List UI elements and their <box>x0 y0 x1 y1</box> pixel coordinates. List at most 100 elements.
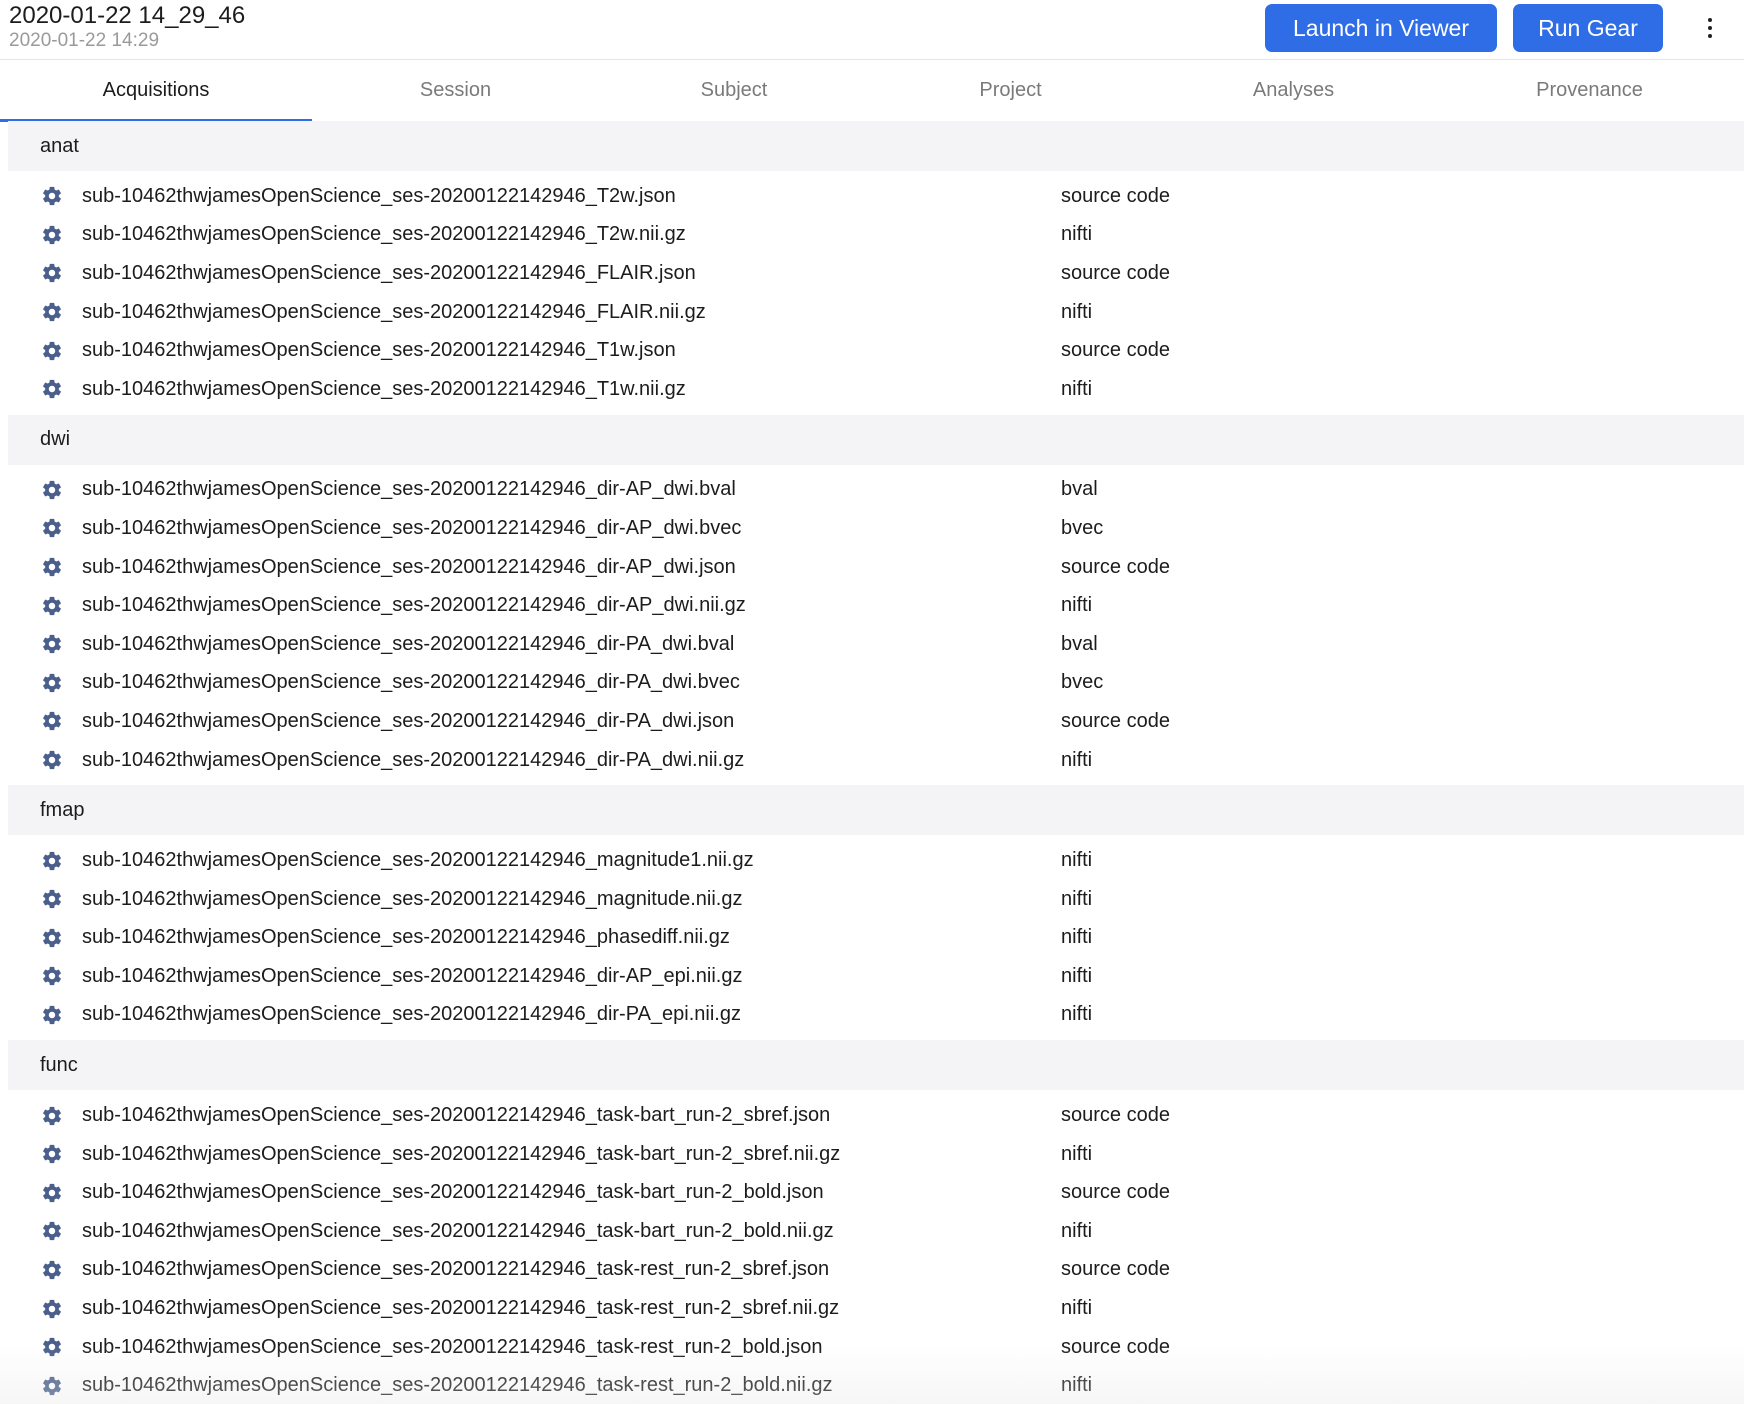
file-name[interactable]: sub-10462thwjamesOpenScience_ses-2020012… <box>82 1181 824 1204</box>
run-gear-button[interactable]: Run Gear <box>1513 4 1663 52</box>
file-name[interactable]: sub-10462thwjamesOpenScience_ses-2020012… <box>82 1104 830 1127</box>
file-row[interactable]: sub-10462thwjamesOpenScience_ses-2020012… <box>8 177 1744 216</box>
file-row[interactable]: sub-10462thwjamesOpenScience_ses-2020012… <box>8 1096 1744 1135</box>
gear-icon[interactable] <box>41 1375 63 1397</box>
file-row[interactable]: sub-10462thwjamesOpenScience_ses-2020012… <box>8 957 1744 996</box>
file-type: source code <box>1061 1258 1170 1281</box>
gear-icon[interactable] <box>41 1220 63 1242</box>
file-name[interactable]: sub-10462thwjamesOpenScience_ses-2020012… <box>82 926 730 949</box>
gear-icon[interactable] <box>41 556 63 578</box>
gear-icon[interactable] <box>41 1004 63 1026</box>
gear-icon[interactable] <box>41 262 63 284</box>
file-name[interactable]: sub-10462thwjamesOpenScience_ses-2020012… <box>82 478 736 501</box>
file-name[interactable]: sub-10462thwjamesOpenScience_ses-2020012… <box>82 339 676 362</box>
gear-icon[interactable] <box>41 927 63 949</box>
file-row[interactable]: sub-10462thwjamesOpenScience_ses-2020012… <box>8 254 1744 293</box>
file-name[interactable]: sub-10462thwjamesOpenScience_ses-2020012… <box>82 223 686 246</box>
file-type: nifti <box>1061 377 1093 400</box>
gear-icon[interactable] <box>41 479 63 501</box>
file-name[interactable]: sub-10462thwjamesOpenScience_ses-2020012… <box>82 1003 741 1026</box>
file-name[interactable]: sub-10462thwjamesOpenScience_ses-2020012… <box>82 262 696 285</box>
tab-project[interactable]: Project <box>869 60 1152 121</box>
file-name[interactable]: sub-10462thwjamesOpenScience_ses-2020012… <box>82 749 744 772</box>
file-row[interactable]: sub-10462thwjamesOpenScience_ses-2020012… <box>8 293 1744 332</box>
group-header-anat: anat <box>8 121 1744 171</box>
file-name[interactable]: sub-10462thwjamesOpenScience_ses-2020012… <box>82 1220 834 1243</box>
file-row[interactable]: sub-10462thwjamesOpenScience_ses-2020012… <box>8 664 1744 703</box>
gear-icon[interactable] <box>41 965 63 987</box>
file-type: source code <box>1061 1335 1170 1358</box>
gear-icon[interactable] <box>41 1105 63 1127</box>
session-header: 2020-01-22 14_29_46 2020-01-22 14:29 Lau… <box>0 0 1744 60</box>
file-name[interactable]: sub-10462thwjamesOpenScience_ses-2020012… <box>82 378 686 401</box>
file-row[interactable]: sub-10462thwjamesOpenScience_ses-2020012… <box>8 1173 1744 1212</box>
file-row[interactable]: sub-10462thwjamesOpenScience_ses-2020012… <box>8 702 1744 741</box>
gear-icon[interactable] <box>41 888 63 910</box>
file-row[interactable]: sub-10462thwjamesOpenScience_ses-2020012… <box>8 548 1744 587</box>
gear-icon[interactable] <box>41 1143 63 1165</box>
gear-icon[interactable] <box>41 710 63 732</box>
file-row[interactable]: sub-10462thwjamesOpenScience_ses-2020012… <box>8 880 1744 919</box>
file-row[interactable]: sub-10462thwjamesOpenScience_ses-2020012… <box>8 370 1744 409</box>
file-row[interactable]: sub-10462thwjamesOpenScience_ses-2020012… <box>8 1135 1744 1174</box>
launch-in-viewer-button[interactable]: Launch in Viewer <box>1265 4 1497 52</box>
file-name[interactable]: sub-10462thwjamesOpenScience_ses-2020012… <box>82 301 706 324</box>
file-name[interactable]: sub-10462thwjamesOpenScience_ses-2020012… <box>82 710 734 733</box>
file-row[interactable]: sub-10462thwjamesOpenScience_ses-2020012… <box>8 509 1744 548</box>
gear-icon[interactable] <box>41 633 63 655</box>
file-type: source code <box>1061 709 1170 732</box>
file-name[interactable]: sub-10462thwjamesOpenScience_ses-2020012… <box>82 1258 829 1281</box>
gear-icon[interactable] <box>41 1182 63 1204</box>
gear-icon[interactable] <box>41 224 63 246</box>
file-name[interactable]: sub-10462thwjamesOpenScience_ses-2020012… <box>82 888 742 911</box>
gear-icon[interactable] <box>41 1336 63 1358</box>
gear-icon[interactable] <box>41 749 63 771</box>
file-name[interactable]: sub-10462thwjamesOpenScience_ses-2020012… <box>82 671 740 694</box>
file-type: bvec <box>1061 516 1104 539</box>
file-type: nifti <box>1061 300 1093 323</box>
gear-icon[interactable] <box>41 301 63 323</box>
gear-icon[interactable] <box>41 850 63 872</box>
tab-acquisitions[interactable]: Acquisitions <box>0 60 312 122</box>
tab-analyses[interactable]: Analyses <box>1152 60 1435 121</box>
gear-icon[interactable] <box>41 595 63 617</box>
file-name[interactable]: sub-10462thwjamesOpenScience_ses-2020012… <box>82 1297 839 1320</box>
gear-icon[interactable] <box>41 1259 63 1281</box>
file-name[interactable]: sub-10462thwjamesOpenScience_ses-2020012… <box>82 1336 823 1359</box>
file-name[interactable]: sub-10462thwjamesOpenScience_ses-2020012… <box>82 849 754 872</box>
more-vertical-icon[interactable] <box>1700 14 1720 42</box>
file-row[interactable]: sub-10462thwjamesOpenScience_ses-2020012… <box>8 919 1744 958</box>
gear-icon[interactable] <box>41 517 63 539</box>
file-row[interactable]: sub-10462thwjamesOpenScience_ses-2020012… <box>8 1289 1744 1328</box>
file-row[interactable]: sub-10462thwjamesOpenScience_ses-2020012… <box>8 471 1744 510</box>
tab-subject[interactable]: Subject <box>599 60 869 121</box>
file-row[interactable]: sub-10462thwjamesOpenScience_ses-2020012… <box>8 216 1744 255</box>
file-row[interactable]: sub-10462thwjamesOpenScience_ses-2020012… <box>8 1251 1744 1290</box>
file-row[interactable]: sub-10462thwjamesOpenScience_ses-2020012… <box>8 586 1744 625</box>
gear-icon[interactable] <box>41 340 63 362</box>
file-row[interactable]: sub-10462thwjamesOpenScience_ses-2020012… <box>8 331 1744 370</box>
file-row[interactable]: sub-10462thwjamesOpenScience_ses-2020012… <box>8 1212 1744 1251</box>
file-name[interactable]: sub-10462thwjamesOpenScience_ses-2020012… <box>82 1374 833 1397</box>
file-name[interactable]: sub-10462thwjamesOpenScience_ses-2020012… <box>82 594 746 617</box>
file-row[interactable]: sub-10462thwjamesOpenScience_ses-2020012… <box>8 841 1744 880</box>
file-name[interactable]: sub-10462thwjamesOpenScience_ses-2020012… <box>82 517 741 540</box>
file-row[interactable]: sub-10462thwjamesOpenScience_ses-2020012… <box>8 1328 1744 1367</box>
file-row[interactable]: sub-10462thwjamesOpenScience_ses-2020012… <box>8 996 1744 1035</box>
file-type: nifti <box>1061 1297 1093 1320</box>
file-name[interactable]: sub-10462thwjamesOpenScience_ses-2020012… <box>82 556 736 579</box>
gear-icon[interactable] <box>41 185 63 207</box>
gear-icon[interactable] <box>41 1298 63 1320</box>
file-name[interactable]: sub-10462thwjamesOpenScience_ses-2020012… <box>82 965 742 988</box>
gear-icon[interactable] <box>41 672 63 694</box>
file-row[interactable]: sub-10462thwjamesOpenScience_ses-2020012… <box>8 625 1744 664</box>
tab-provenance[interactable]: Provenance <box>1435 60 1744 121</box>
tab-session[interactable]: Session <box>312 60 599 121</box>
file-row[interactable]: sub-10462thwjamesOpenScience_ses-2020012… <box>8 741 1744 780</box>
file-name[interactable]: sub-10462thwjamesOpenScience_ses-2020012… <box>82 185 676 208</box>
file-name[interactable]: sub-10462thwjamesOpenScience_ses-2020012… <box>82 633 734 656</box>
gear-icon[interactable] <box>41 378 63 400</box>
file-row[interactable]: sub-10462thwjamesOpenScience_ses-2020012… <box>8 1366 1744 1404</box>
group-header-func: func <box>8 1040 1744 1091</box>
file-name[interactable]: sub-10462thwjamesOpenScience_ses-2020012… <box>82 1143 840 1166</box>
